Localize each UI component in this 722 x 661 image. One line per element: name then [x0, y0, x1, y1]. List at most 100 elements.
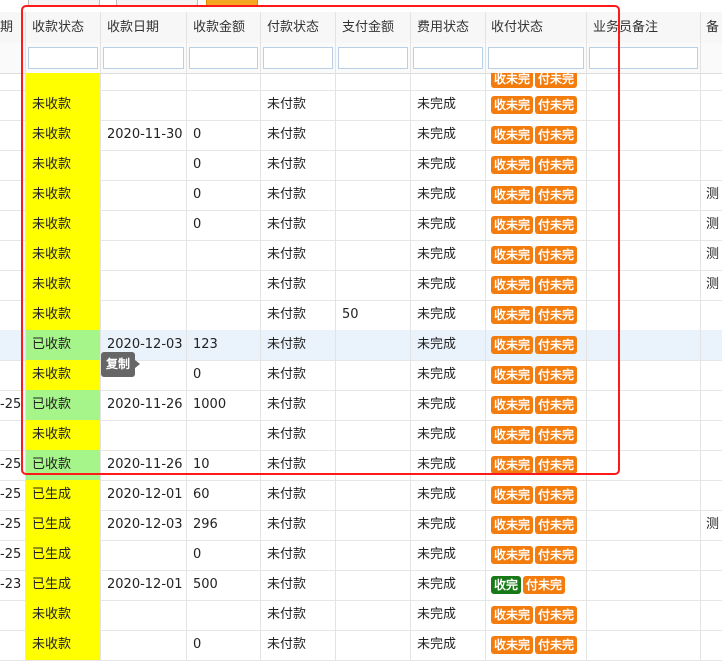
- fee-status-cell[interactable]: 未完成: [411, 180, 486, 210]
- filter-input-recv-date[interactable]: [103, 47, 184, 69]
- fee-status-cell[interactable]: 未完成: [411, 330, 486, 360]
- recv-amount-cell[interactable]: 0: [187, 180, 261, 210]
- header-fee-status[interactable]: 费用状态: [411, 12, 486, 43]
- fee-status-cell[interactable]: 未完成: [411, 570, 486, 600]
- table-row[interactable]: -25 已收款 2020-11-26 1000 未付款 未完成 收未完 付未完: [0, 390, 722, 421]
- row-left-partial[interactable]: [0, 300, 26, 330]
- row-left-partial[interactable]: [0, 180, 26, 210]
- recv-amount-cell[interactable]: [187, 300, 261, 330]
- salesman-note-cell[interactable]: [587, 570, 701, 600]
- pay-status-cell[interactable]: [261, 73, 336, 90]
- salesman-note-cell[interactable]: [587, 600, 701, 630]
- settle-status-cell[interactable]: 收未完 付未完: [486, 90, 587, 120]
- recv-date-cell[interactable]: 2020-12-03: [101, 510, 187, 540]
- row-right-partial[interactable]: [701, 73, 722, 90]
- pay-status-cell[interactable]: 未付款: [261, 360, 336, 390]
- recv-date-cell[interactable]: [101, 210, 187, 240]
- row-right-partial[interactable]: [701, 420, 722, 450]
- recv-amount-cell[interactable]: [187, 240, 261, 270]
- recv-status-cell[interactable]: 已生成: [26, 480, 101, 510]
- recv-status-cell[interactable]: 已收款: [26, 390, 101, 420]
- settle-status-cell[interactable]: 收未完 付未完: [486, 330, 587, 360]
- row-right-partial[interactable]: [701, 540, 722, 570]
- settle-status-cell[interactable]: 收未完 付未完: [486, 390, 587, 420]
- row-left-partial[interactable]: [0, 150, 26, 180]
- salesman-note-cell[interactable]: [587, 73, 701, 90]
- recv-amount-cell[interactable]: [187, 600, 261, 630]
- fee-status-cell[interactable]: 未完成: [411, 510, 486, 540]
- pay-amount-cell[interactable]: [336, 330, 411, 360]
- recv-amount-cell[interactable]: 0: [187, 540, 261, 570]
- pay-amount-cell[interactable]: [336, 180, 411, 210]
- recv-amount-cell[interactable]: 0: [187, 210, 261, 240]
- salesman-note-cell[interactable]: [587, 240, 701, 270]
- toolbar-button[interactable]: [28, 0, 100, 6]
- row-left-partial[interactable]: [0, 600, 26, 630]
- recv-status-cell[interactable]: [26, 73, 101, 90]
- salesman-note-cell[interactable]: [587, 210, 701, 240]
- table-row[interactable]: 未收款 2020-11-30 0 未付款 未完成 收未完 付未完: [0, 120, 722, 151]
- row-left-partial[interactable]: [0, 360, 26, 390]
- filter-input-recv-status[interactable]: [28, 47, 98, 69]
- row-right-partial[interactable]: [701, 480, 722, 510]
- pay-status-cell[interactable]: 未付款: [261, 120, 336, 150]
- fee-status-cell[interactable]: 未完成: [411, 150, 486, 180]
- row-right-partial[interactable]: [701, 450, 722, 480]
- pay-status-cell[interactable]: 未付款: [261, 330, 336, 360]
- recv-status-cell[interactable]: 未收款: [26, 360, 101, 390]
- filter-input-fee-status[interactable]: [413, 47, 483, 69]
- pay-amount-cell[interactable]: [336, 150, 411, 180]
- recv-amount-cell[interactable]: 10: [187, 450, 261, 480]
- pay-amount-cell[interactable]: [336, 540, 411, 570]
- header-recv-status[interactable]: 收款状态: [26, 12, 101, 43]
- recv-status-cell[interactable]: 未收款: [26, 240, 101, 270]
- pay-amount-cell[interactable]: [336, 120, 411, 150]
- row-right-partial[interactable]: [701, 570, 722, 600]
- fee-status-cell[interactable]: 未完成: [411, 450, 486, 480]
- row-left-partial[interactable]: -23: [0, 570, 26, 600]
- table-row[interactable]: -25 已收款 2020-11-26 10 未付款 未完成 收未完 付未完: [0, 450, 722, 481]
- filter-input-settle-status[interactable]: [488, 47, 584, 69]
- header-salesman-note[interactable]: 业务员备注: [587, 12, 701, 43]
- settle-status-cell[interactable]: 收未完 付未完: [486, 480, 587, 510]
- row-right-partial[interactable]: [701, 600, 722, 630]
- pay-amount-cell[interactable]: [336, 510, 411, 540]
- pay-amount-cell[interactable]: [336, 570, 411, 600]
- salesman-note-cell[interactable]: [587, 540, 701, 570]
- row-left-partial[interactable]: [0, 270, 26, 300]
- salesman-note-cell[interactable]: [587, 510, 701, 540]
- filter-input-pay-status[interactable]: [263, 47, 333, 69]
- recv-date-cell[interactable]: [101, 300, 187, 330]
- pay-amount-cell[interactable]: [336, 360, 411, 390]
- table-row[interactable]: 未收款 未付款 未完成 收未完 付未完 测: [0, 270, 722, 301]
- row-right-partial[interactable]: [701, 150, 722, 180]
- recv-date-cell[interactable]: [101, 240, 187, 270]
- row-left-partial[interactable]: [0, 240, 26, 270]
- recv-date-cell[interactable]: [101, 270, 187, 300]
- row-left-partial[interactable]: [0, 210, 26, 240]
- pay-amount-cell[interactable]: [336, 240, 411, 270]
- table-row[interactable]: 未收款 0 未付款 未完成 收未完 付未完 测: [0, 180, 722, 211]
- settle-status-cell[interactable]: 收未完 付未完: [486, 540, 587, 570]
- table-row[interactable]: 未收款 未付款 50 未完成 收未完 付未完: [0, 300, 722, 331]
- recv-amount-cell[interactable]: 296: [187, 510, 261, 540]
- table-row[interactable]: 未收款 0 未付款 未完成 收未完 付未完 测: [0, 210, 722, 241]
- row-right-partial[interactable]: [701, 330, 722, 360]
- pay-status-cell[interactable]: 未付款: [261, 420, 336, 450]
- salesman-note-cell[interactable]: [587, 450, 701, 480]
- pay-status-cell[interactable]: 未付款: [261, 570, 336, 600]
- salesman-note-cell[interactable]: [587, 420, 701, 450]
- recv-amount-cell[interactable]: [187, 90, 261, 120]
- fee-status-cell[interactable]: 未完成: [411, 630, 486, 660]
- pay-status-cell[interactable]: 未付款: [261, 510, 336, 540]
- row-right-partial[interactable]: 测: [701, 240, 722, 270]
- settle-status-cell[interactable]: 收未完 付未完: [486, 120, 587, 150]
- header-recv-date[interactable]: 收款日期: [101, 12, 187, 43]
- fee-status-cell[interactable]: 未完成: [411, 390, 486, 420]
- pay-status-cell[interactable]: 未付款: [261, 390, 336, 420]
- fee-status-cell[interactable]: 未完成: [411, 210, 486, 240]
- fee-status-cell[interactable]: 未完成: [411, 360, 486, 390]
- filter-input-pay-amount[interactable]: [338, 47, 408, 69]
- pay-amount-cell[interactable]: [336, 73, 411, 90]
- recv-date-cell[interactable]: [101, 90, 187, 120]
